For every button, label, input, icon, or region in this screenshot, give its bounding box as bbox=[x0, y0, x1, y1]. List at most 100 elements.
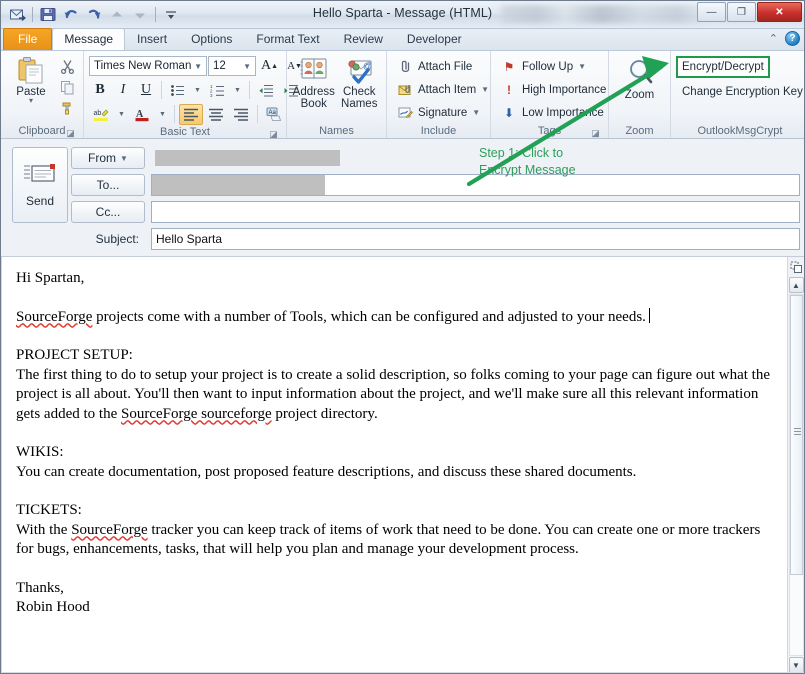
follow-up-button[interactable]: ⚑ Follow Up ▼ bbox=[496, 56, 611, 77]
high-importance-button[interactable]: ! High Importance bbox=[496, 79, 611, 100]
to-button[interactable]: To... bbox=[71, 174, 145, 196]
ribbon: Paste ▾ Clipboard ◪ Times New Roman ▼ 12… bbox=[1, 51, 804, 139]
cc-button[interactable]: Cc... bbox=[71, 201, 145, 223]
send-button-label: Send bbox=[25, 193, 55, 208]
next-item-icon[interactable] bbox=[130, 5, 150, 25]
save-icon[interactable] bbox=[38, 5, 58, 25]
minimize-ribbon-icon[interactable]: ⌃ bbox=[769, 32, 778, 45]
highlight-button[interactable]: ab bbox=[89, 104, 113, 125]
cc-input[interactable] bbox=[151, 201, 800, 223]
clipboard-dialog-launcher-icon[interactable]: ◪ bbox=[65, 127, 76, 138]
previous-item-icon[interactable] bbox=[107, 5, 127, 25]
include-items: Attach File Attach Item ▼ Signature ▼ bbox=[392, 54, 494, 123]
down-arrow-icon: ⬇ bbox=[503, 105, 515, 120]
from-button[interactable]: From ▼ bbox=[71, 147, 145, 169]
redo-icon[interactable] bbox=[84, 5, 104, 25]
maximize-button[interactable]: ❐ bbox=[727, 2, 756, 22]
group-label-clipboard: Clipboard ◪ bbox=[6, 124, 78, 138]
from-input[interactable] bbox=[151, 147, 800, 169]
basic-text-dialog-launcher-icon[interactable]: ◪ bbox=[268, 128, 279, 139]
font-color-button[interactable]: A bbox=[130, 104, 154, 125]
attach-item-button[interactable]: Attach Item ▼ bbox=[392, 79, 494, 100]
clear-formatting-button[interactable]: Aa bbox=[262, 104, 287, 125]
tags-dialog-launcher-icon[interactable]: ◪ bbox=[590, 127, 601, 138]
font-size-combo[interactable]: 12 ▼ bbox=[208, 56, 256, 76]
scroll-thumb[interactable] bbox=[789, 295, 803, 575]
check-names-label-line1: Check bbox=[342, 86, 376, 98]
clipboard-label-text: Clipboard bbox=[18, 125, 66, 137]
grow-font-button[interactable]: A ▲ bbox=[257, 56, 282, 77]
undo-icon[interactable] bbox=[61, 5, 81, 25]
align-center-button[interactable] bbox=[204, 104, 228, 125]
tab-file[interactable]: File bbox=[3, 28, 53, 50]
send-receive-icon[interactable] bbox=[7, 5, 27, 25]
scroll-track[interactable] bbox=[788, 294, 804, 656]
align-left-button[interactable] bbox=[178, 103, 203, 125]
paste-dropdown-icon[interactable]: ▾ bbox=[29, 97, 33, 105]
customize-qat-icon[interactable] bbox=[161, 5, 181, 25]
change-encryption-key-button[interactable]: Change Encryption Key bbox=[676, 81, 804, 103]
bold-button[interactable]: B bbox=[89, 80, 111, 101]
tab-developer[interactable]: Developer bbox=[395, 28, 474, 50]
close-button[interactable]: ✕ bbox=[757, 2, 802, 22]
compose-header: Send From ▼ To... Cc... Subject: Hello S… bbox=[1, 139, 804, 257]
font-name-chevron-down-icon[interactable]: ▼ bbox=[192, 62, 204, 71]
font-color-dropdown-icon[interactable]: ▼ bbox=[155, 104, 170, 125]
low-importance-button[interactable]: ⬇ Low Importance bbox=[496, 102, 611, 123]
bullets-button[interactable] bbox=[166, 80, 189, 101]
encrypt-decrypt-label: Encrypt/Decrypt bbox=[682, 61, 764, 73]
tab-insert[interactable]: Insert bbox=[125, 28, 179, 50]
body-vertical-scrollbar[interactable]: ▲ ▼ bbox=[787, 257, 804, 673]
subject-input[interactable]: Hello Sparta bbox=[151, 228, 800, 250]
bullets-dropdown-icon[interactable]: ▼ bbox=[190, 80, 205, 101]
tab-review[interactable]: Review bbox=[332, 28, 395, 50]
address-book-button[interactable]: Address Book bbox=[292, 54, 336, 110]
follow-up-chevron-down-icon[interactable]: ▼ bbox=[578, 62, 586, 71]
check-names-button[interactable]: @ Check Names bbox=[338, 54, 382, 110]
outlook-msg-crypt-label-text: OutlookMsgCrypt bbox=[697, 125, 783, 137]
attach-file-button[interactable]: Attach File bbox=[392, 56, 494, 77]
decrease-indent-button[interactable] bbox=[254, 80, 278, 101]
basic-text-row-2: B I U ▼ 123 ▼ bbox=[89, 79, 306, 101]
font-size-chevron-down-icon[interactable]: ▼ bbox=[241, 62, 253, 71]
signature-button[interactable]: Signature ▼ bbox=[392, 102, 494, 123]
format-painter-icon[interactable] bbox=[56, 99, 78, 118]
copy-icon[interactable] bbox=[56, 78, 78, 97]
zoom-button-label: Zoom bbox=[624, 89, 655, 101]
group-label-names: Names bbox=[292, 124, 381, 138]
scroll-thumb-grip bbox=[793, 428, 801, 437]
encrypt-decrypt-button[interactable]: Encrypt/Decrypt bbox=[676, 56, 770, 78]
underline-button[interactable]: U bbox=[135, 80, 157, 101]
zoom-button[interactable]: Zoom bbox=[614, 54, 665, 101]
text-cursor bbox=[648, 307, 651, 323]
cut-icon[interactable] bbox=[56, 57, 78, 76]
signature-chevron-down-icon[interactable]: ▼ bbox=[472, 108, 480, 117]
address-book-label-line2: Book bbox=[300, 98, 327, 110]
message-body-text[interactable]: Hi Spartan, SourceForge projects come wi… bbox=[1, 257, 787, 673]
align-right-button[interactable] bbox=[229, 104, 253, 125]
redacted-title-region bbox=[501, 5, 701, 23]
tab-message[interactable]: Message bbox=[52, 28, 126, 50]
italic-button[interactable]: I bbox=[112, 80, 134, 101]
minimize-button[interactable]: — bbox=[697, 2, 726, 22]
magnifier-icon bbox=[629, 60, 652, 84]
to-input[interactable] bbox=[151, 174, 800, 196]
tab-options[interactable]: Options bbox=[179, 28, 244, 50]
from-redacted-value bbox=[155, 150, 340, 166]
paste-button[interactable]: Paste ▾ bbox=[6, 54, 56, 105]
highlight-dropdown-icon[interactable]: ▼ bbox=[114, 104, 129, 125]
help-icon[interactable]: ? bbox=[785, 31, 800, 46]
from-chevron-down-icon[interactable]: ▼ bbox=[120, 154, 128, 163]
tab-format-text[interactable]: Format Text bbox=[244, 28, 331, 50]
scroll-up-button[interactable]: ▲ bbox=[788, 277, 804, 293]
select-browse-object-icon[interactable] bbox=[788, 257, 805, 277]
attach-item-chevron-down-icon[interactable]: ▼ bbox=[481, 85, 489, 94]
zoom-label-text: Zoom bbox=[625, 125, 654, 137]
numbering-button[interactable]: 123 bbox=[206, 80, 229, 101]
scroll-down-button[interactable]: ▼ bbox=[788, 657, 804, 673]
font-name-combo[interactable]: Times New Roman ▼ bbox=[89, 56, 207, 76]
to-redacted-value bbox=[152, 175, 325, 195]
names-label-text: Names bbox=[319, 125, 354, 137]
send-button[interactable]: Send bbox=[12, 147, 68, 223]
numbering-dropdown-icon[interactable]: ▼ bbox=[230, 80, 245, 101]
